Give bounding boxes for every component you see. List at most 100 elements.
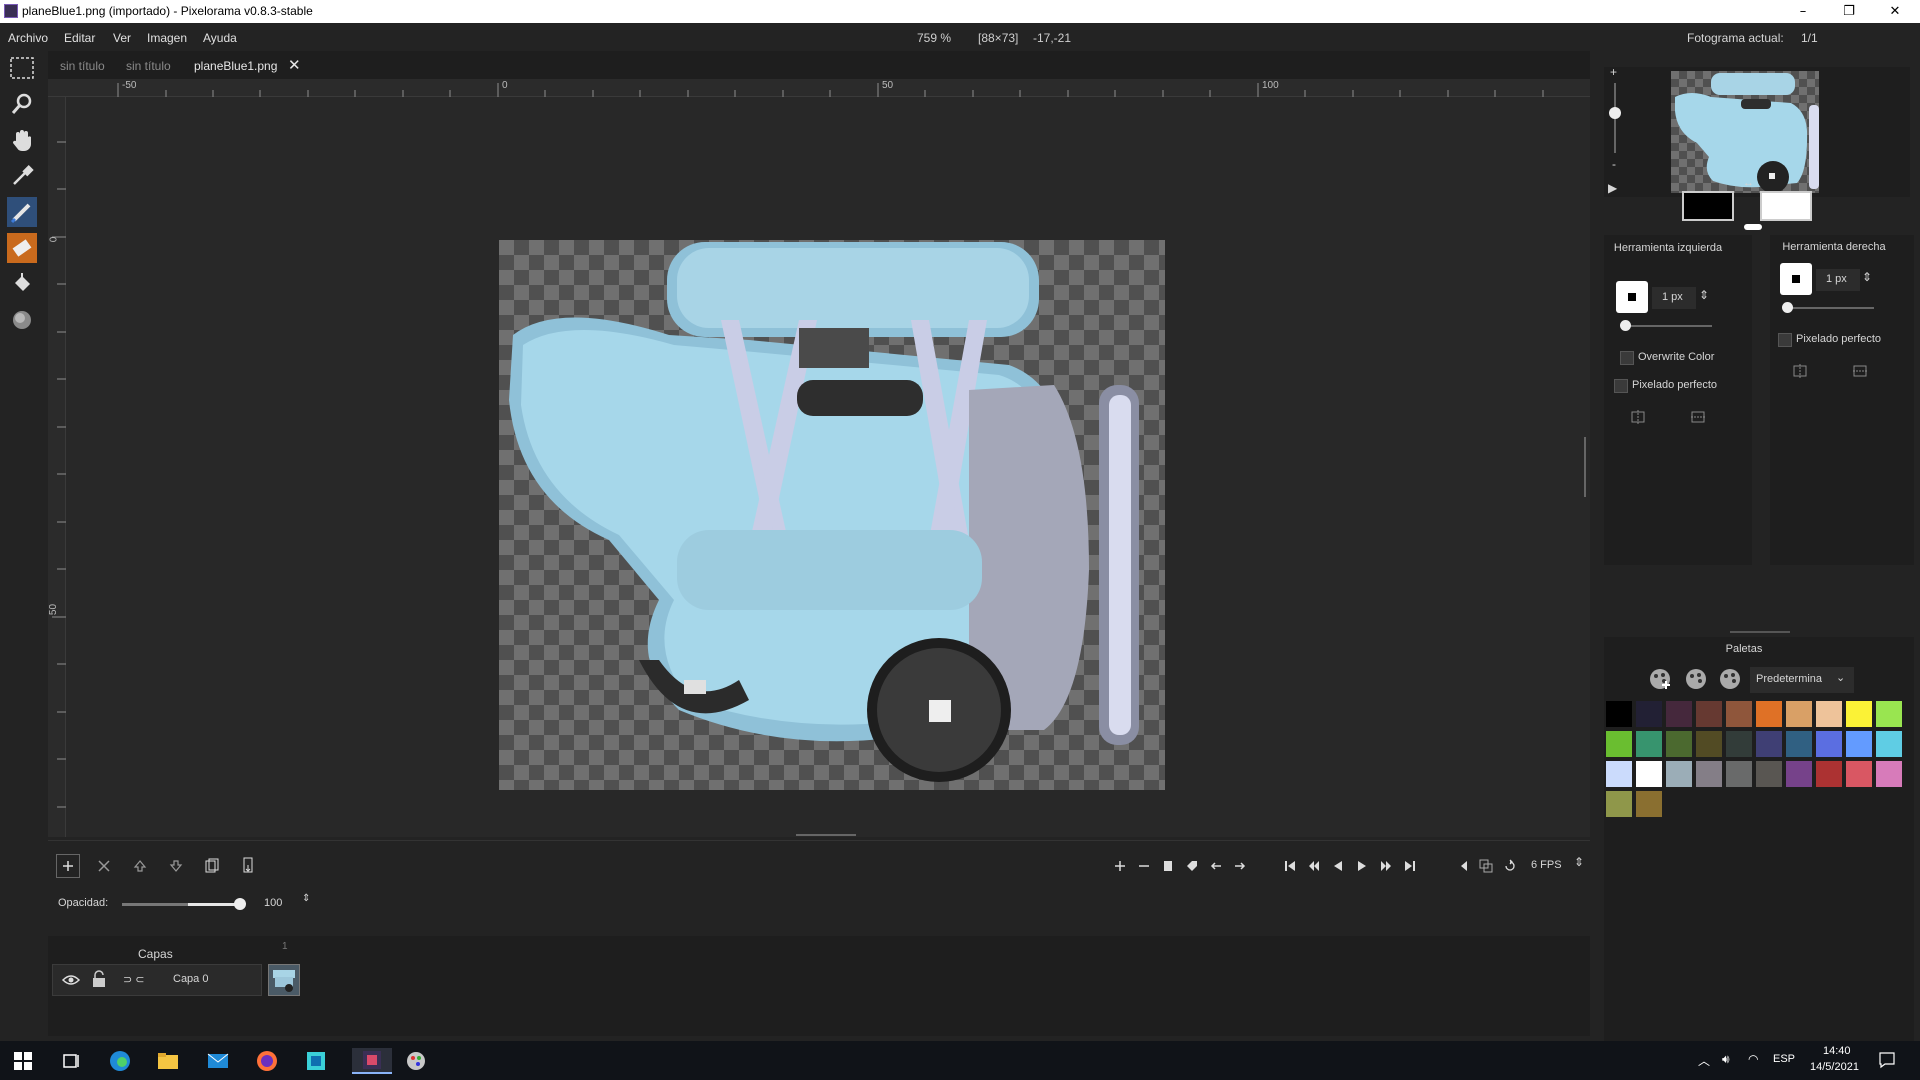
right-color-swatch[interactable] xyxy=(1760,191,1812,221)
move-layer-down-button[interactable] xyxy=(164,854,188,878)
right-size-slider-handle[interactable] xyxy=(1782,302,1793,313)
sprite-canvas[interactable] xyxy=(499,240,1165,790)
palette-swatch[interactable] xyxy=(1786,701,1812,727)
opacity-value[interactable]: 100 xyxy=(264,897,282,909)
canvas-viewport[interactable] xyxy=(66,97,1590,837)
opacity-spinner-icon[interactable]: ⇕ xyxy=(302,893,310,904)
next-frame-button[interactable] xyxy=(1374,854,1398,878)
palette-select[interactable]: Predetermina ⌄ xyxy=(1750,667,1854,693)
merge-layer-button[interactable] xyxy=(236,854,260,878)
palette-swatch[interactable] xyxy=(1606,791,1632,817)
right-size-spinner-icon[interactable]: ⇕ xyxy=(1862,270,1872,284)
zoom-out-icon[interactable]: - xyxy=(1612,157,1616,171)
fps-spinner-icon[interactable]: ⇕ xyxy=(1574,855,1584,869)
edge-browser-icon[interactable] xyxy=(106,1048,134,1074)
palette-swatch[interactable] xyxy=(1876,731,1902,757)
preview-zoom-handle[interactable] xyxy=(1609,107,1621,119)
palette-swatch[interactable] xyxy=(1756,701,1782,727)
cel-thumbnail[interactable] xyxy=(268,964,300,996)
palette-swatch[interactable] xyxy=(1756,731,1782,757)
visibility-eye-icon[interactable] xyxy=(61,972,81,991)
wifi-icon[interactable]: ◠ xyxy=(1748,1052,1758,1066)
left-mirror-horizontal-icon[interactable] xyxy=(1630,409,1646,428)
minimize-button[interactable]: – xyxy=(1780,0,1826,23)
left-pixel-perfect-checkbox[interactable] xyxy=(1614,379,1628,393)
viewport-scrollbar[interactable] xyxy=(1584,437,1586,497)
shading-tool[interactable] xyxy=(7,305,37,335)
layer-row-capa-0[interactable]: ⊃ ⊂ Capa 0 xyxy=(52,964,262,996)
move-frame-left-button[interactable] xyxy=(1204,854,1228,878)
clone-frame-button[interactable] xyxy=(1156,854,1180,878)
onion-skin-past-button[interactable] xyxy=(1452,854,1476,878)
zoom-tool[interactable] xyxy=(7,89,37,119)
color-picker-tool[interactable] xyxy=(7,161,37,191)
language-indicator[interactable]: ESP xyxy=(1773,1053,1795,1065)
close-tab-icon[interactable]: ✕ xyxy=(288,56,301,74)
lock-icon[interactable] xyxy=(91,969,107,992)
left-size-slider-handle[interactable] xyxy=(1620,320,1631,331)
remove-frame-button[interactable] xyxy=(1132,854,1156,878)
layer-name[interactable]: Capa 0 xyxy=(173,973,208,985)
palette-swatch[interactable] xyxy=(1726,761,1752,787)
file-explorer-icon[interactable] xyxy=(154,1048,182,1074)
move-frame-right-button[interactable] xyxy=(1228,854,1252,878)
preview-play-icon[interactable]: ▶ xyxy=(1608,181,1617,195)
palette-swatch[interactable] xyxy=(1606,731,1632,757)
palette-swatch[interactable] xyxy=(1846,701,1872,727)
chevron-up-icon[interactable]: ︿ xyxy=(1698,1052,1710,1069)
palette-swatch[interactable] xyxy=(1846,761,1872,787)
reset-colors-button[interactable] xyxy=(1744,224,1762,230)
palette-swatch[interactable] xyxy=(1846,731,1872,757)
palette-swatch[interactable] xyxy=(1726,701,1752,727)
frame-tag-button[interactable] xyxy=(1180,854,1204,878)
palette-swatch[interactable] xyxy=(1696,731,1722,757)
palette-swatch[interactable] xyxy=(1696,761,1722,787)
right-brush-size-value[interactable]: 1 px xyxy=(1826,273,1847,285)
link-cels-icon[interactable]: ⊃ ⊂ xyxy=(123,973,145,986)
store-app-icon[interactable] xyxy=(302,1048,330,1074)
task-view-icon[interactable] xyxy=(57,1048,85,1074)
pan-tool[interactable] xyxy=(7,125,37,155)
menu-archivo[interactable]: Archivo xyxy=(8,31,48,45)
menu-imagen[interactable]: Imagen xyxy=(147,31,187,45)
right-pixel-perfect-checkbox[interactable] xyxy=(1778,333,1792,347)
left-brush-shape-button[interactable] xyxy=(1616,281,1648,313)
palette-swatch[interactable] xyxy=(1816,731,1842,757)
clock-time[interactable]: 14:40 xyxy=(1823,1045,1851,1057)
menu-ver[interactable]: Ver xyxy=(113,31,131,45)
palette-swatch[interactable] xyxy=(1876,761,1902,787)
palette-swatch[interactable] xyxy=(1636,761,1662,787)
volume-icon[interactable]: 🔊︎ xyxy=(1722,1052,1730,1067)
palette-swatch[interactable] xyxy=(1696,701,1722,727)
clone-layer-button[interactable] xyxy=(200,854,224,878)
add-frame-button[interactable] xyxy=(1108,854,1132,878)
move-layer-up-button[interactable] xyxy=(128,854,152,878)
remove-palette-icon[interactable] xyxy=(1718,667,1742,694)
tab-sin-titulo-2[interactable]: sin título xyxy=(126,59,171,73)
bucket-tool[interactable] xyxy=(7,269,37,299)
left-size-slider[interactable] xyxy=(1624,325,1712,327)
opacity-slider-handle[interactable] xyxy=(234,898,246,910)
left-size-spinner-icon[interactable]: ⇕ xyxy=(1699,288,1709,302)
left-color-swatch[interactable] xyxy=(1682,191,1734,221)
palette-swatch[interactable] xyxy=(1816,761,1842,787)
palette-swatch[interactable] xyxy=(1726,731,1752,757)
firefox-icon[interactable] xyxy=(253,1048,281,1074)
palette-swatch[interactable] xyxy=(1636,701,1662,727)
right-mirror-vertical-icon[interactable] xyxy=(1852,363,1868,382)
palette-swatch[interactable] xyxy=(1786,731,1812,757)
tab-sin-titulo-1[interactable]: sin título xyxy=(60,59,105,73)
palette-swatch[interactable] xyxy=(1756,761,1782,787)
palette-swatch[interactable] xyxy=(1786,761,1812,787)
play-forward-button[interactable] xyxy=(1350,854,1374,878)
pencil-tool[interactable] xyxy=(7,197,37,227)
panel-split-handle[interactable] xyxy=(796,834,856,836)
left-mirror-vertical-icon[interactable] xyxy=(1690,409,1706,428)
pixelorama-taskbar-icon[interactable] xyxy=(352,1048,392,1074)
add-layer-button[interactable] xyxy=(56,854,80,878)
palette-swatch[interactable] xyxy=(1666,731,1692,757)
left-brush-size-value[interactable]: 1 px xyxy=(1662,291,1683,303)
remove-layer-button[interactable] xyxy=(92,854,116,878)
palette-swatch[interactable] xyxy=(1666,761,1692,787)
add-palette-icon[interactable] xyxy=(1648,667,1672,694)
